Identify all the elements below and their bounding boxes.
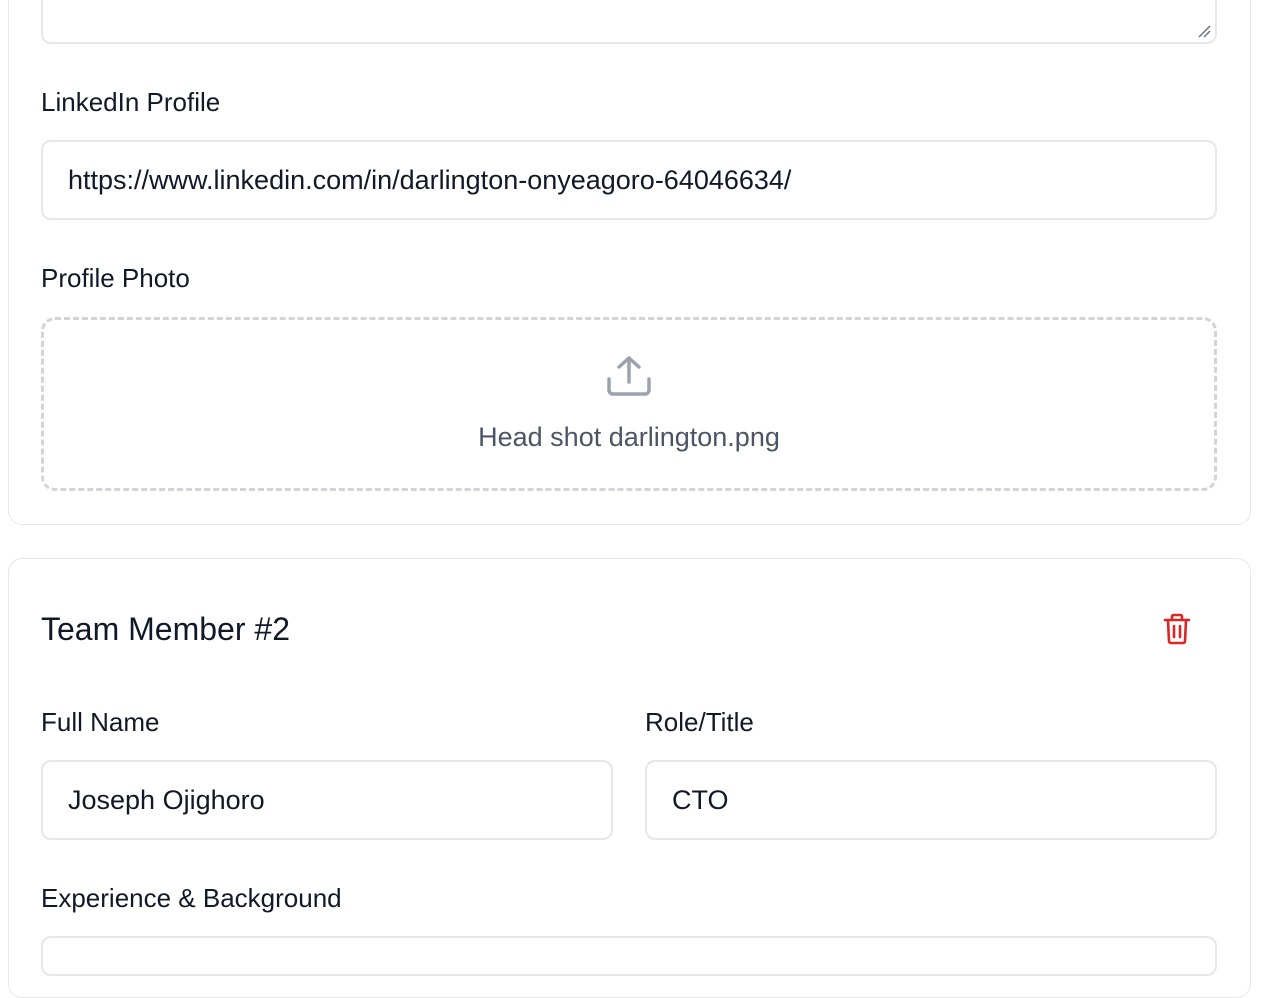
full-name-input[interactable]: Joseph Ojighoro: [41, 760, 613, 840]
resize-grip-icon[interactable]: [1197, 24, 1211, 38]
bio-textarea[interactable]: [41, 0, 1217, 44]
role-label: Role/Title: [645, 707, 754, 737]
experience-textarea[interactable]: [41, 936, 1217, 976]
linkedin-input[interactable]: https://www.linkedin.com/in/darlington-o…: [41, 140, 1217, 220]
linkedin-label: LinkedIn Profile: [41, 87, 221, 117]
experience-label: Experience & Background: [41, 883, 342, 913]
photo-filename: Head shot darlington.png: [478, 422, 780, 452]
team-member-title: Team Member #2: [41, 611, 290, 647]
profile-photo-label: Profile Photo: [41, 263, 190, 293]
full-name-label: Full Name: [41, 707, 160, 737]
photo-dropzone[interactable]: [41, 317, 1217, 491]
upload-icon: [607, 356, 651, 396]
role-input[interactable]: CTO: [645, 760, 1217, 840]
trash-icon: [1163, 613, 1191, 645]
delete-member-button[interactable]: [1158, 610, 1196, 648]
